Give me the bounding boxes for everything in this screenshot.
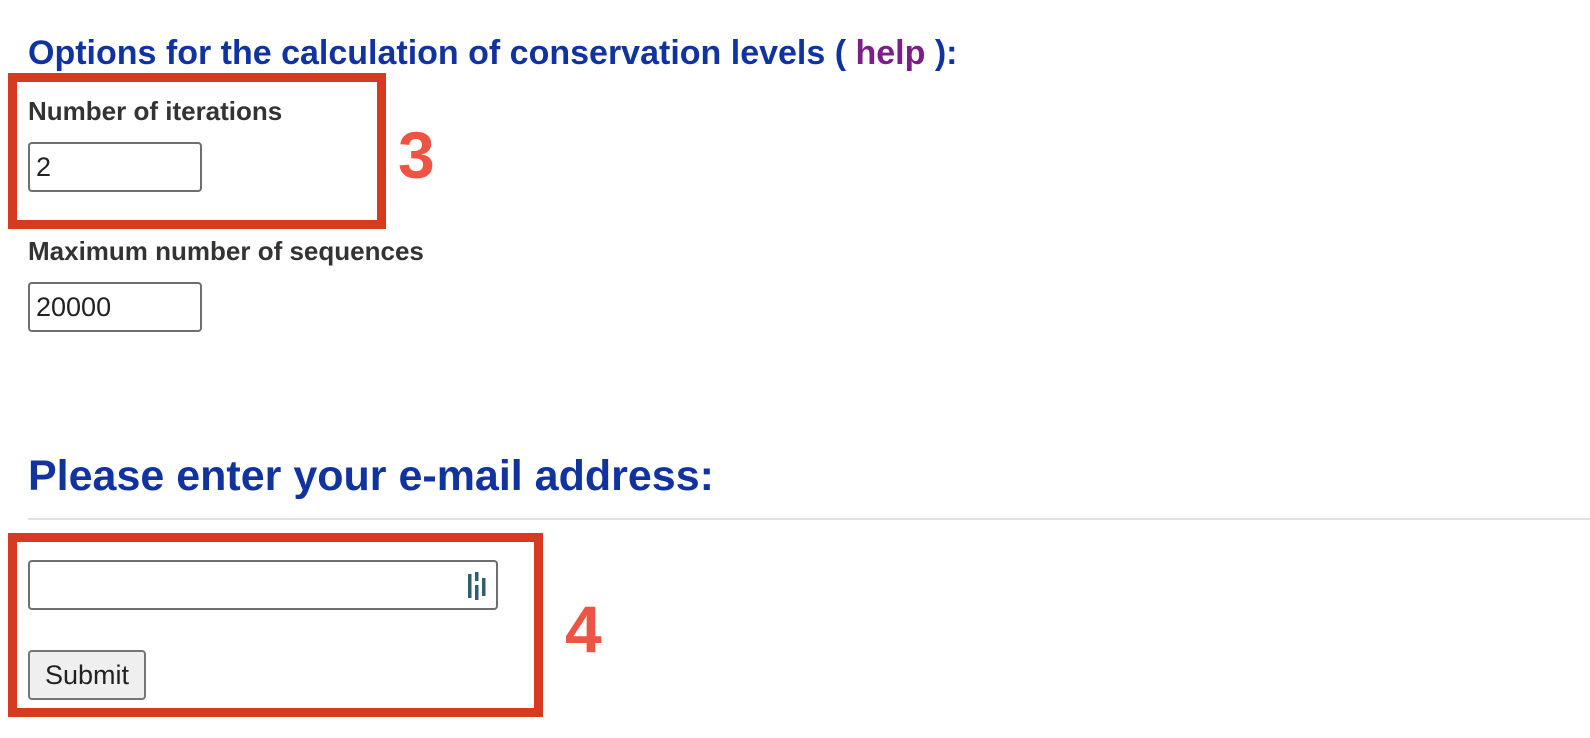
help-link[interactable]: help <box>856 34 926 72</box>
iterations-highlight-box <box>8 73 386 229</box>
max-sequences-label: Maximum number of sequences <box>28 236 424 266</box>
email-section-title: Please enter your e-mail address: <box>28 452 714 500</box>
conservation-options-title-suffix: ): <box>925 34 958 72</box>
iterations-marker-number: 3 <box>398 118 435 192</box>
max-sequences-input[interactable] <box>28 282 202 332</box>
email-marker-number: 4 <box>565 592 602 666</box>
conservation-options-title: Options for the calculation of conservat… <box>28 30 958 76</box>
email-highlight-box <box>8 533 543 717</box>
section-divider <box>28 518 1590 520</box>
conservation-options-title-prefix: Options for the calculation of conservat… <box>28 34 856 72</box>
